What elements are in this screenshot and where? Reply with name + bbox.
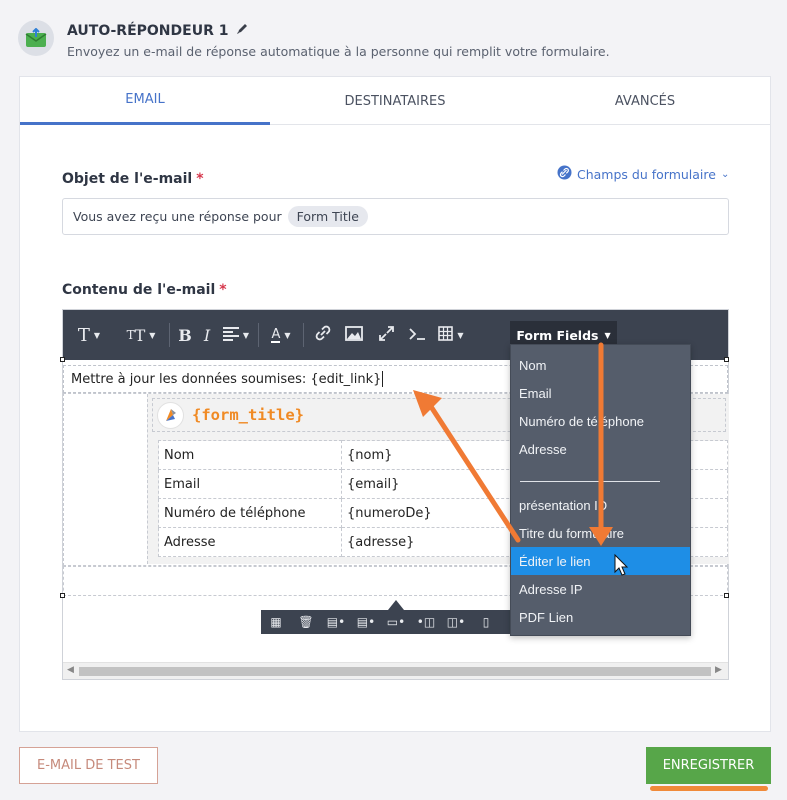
dropdown-item-presentation-id[interactable]: présentation ID: [511, 491, 690, 519]
align-button[interactable]: ▼: [218, 310, 254, 360]
required-mark: *: [219, 282, 227, 298]
field-name-cell[interactable]: Email: [158, 469, 342, 499]
form-title-placeholder: {form_title}: [192, 406, 304, 424]
subject-label: Objet de l'e-mail *: [62, 171, 204, 187]
page-subtitle: Envoyez un e-mail de réponse automatique…: [67, 44, 610, 59]
tab-avances[interactable]: AVANCÉS: [520, 77, 770, 125]
dropdown-item-email[interactable]: Email: [511, 379, 690, 407]
italic-button[interactable]: I: [196, 310, 218, 360]
pencil-edit-icon[interactable]: [236, 22, 249, 39]
form-logo-icon: [157, 401, 184, 429]
insert-link-button[interactable]: [308, 310, 338, 360]
text-color-button[interactable]: A ▼: [263, 310, 299, 360]
toolbar-divider: [303, 323, 304, 347]
terminal-icon: [408, 326, 426, 345]
form-fields-link[interactable]: Champs du formulaire ⌄: [557, 165, 729, 183]
link-icon: [557, 165, 572, 183]
field-name-cell[interactable]: Numéro de téléphone: [158, 498, 342, 528]
dropdown-item-form-title[interactable]: Titre du formulaire: [511, 519, 690, 547]
table-header-icon[interactable]: ▦: [261, 615, 291, 629]
text-cursor: [382, 371, 384, 387]
toolbar-divider: [169, 323, 170, 347]
tab-email[interactable]: EMAIL: [20, 77, 270, 125]
field-name-cell[interactable]: Adresse: [158, 527, 342, 557]
align-left-icon: [222, 326, 239, 345]
form-fields-dropdown: Nom Email Numéro de téléphone Adresse pr…: [510, 344, 691, 636]
scroll-left-icon[interactable]: ◀: [67, 665, 74, 675]
dropdown-item-edit-link[interactable]: Éditer le lien: [511, 547, 690, 575]
dropdown-item-nom[interactable]: Nom: [511, 351, 690, 379]
form-title-tag[interactable]: Form Title: [287, 206, 368, 227]
scroll-right-icon[interactable]: ▶: [715, 665, 722, 675]
add-row-below-icon[interactable]: ▤•: [351, 615, 381, 629]
chevron-down-icon: ⌄: [720, 168, 730, 180]
insert-image-button[interactable]: [338, 310, 370, 360]
resize-handle[interactable]: [60, 593, 65, 598]
tab-bar: EMAIL DESTINATAIRES AVANCÉS: [20, 77, 770, 125]
delete-row-icon[interactable]: ▭•: [381, 615, 411, 629]
code-view-button[interactable]: [402, 310, 432, 360]
bold-button[interactable]: B: [174, 310, 196, 360]
subject-input[interactable]: Vous avez reçu une réponse pour Form Tit…: [62, 198, 729, 235]
image-icon: [345, 325, 363, 345]
link-icon: [315, 325, 331, 345]
insert-table-button[interactable]: ▼: [432, 310, 470, 360]
content-label: Contenu de l'e-mail *: [62, 282, 227, 298]
expand-icon: [378, 325, 394, 345]
delete-column-icon[interactable]: ▯: [471, 615, 501, 629]
dropdown-item-pdf-link[interactable]: PDF Lien: [511, 603, 690, 631]
add-row-above-icon[interactable]: ▤•: [321, 615, 351, 629]
table-icon: [438, 325, 454, 345]
dropdown-divider: [520, 481, 660, 482]
scrollbar-thumb[interactable]: [79, 667, 711, 676]
required-mark: *: [196, 171, 204, 187]
dropdown-item-adresse[interactable]: Adresse: [511, 435, 690, 463]
resize-handle[interactable]: [724, 357, 729, 362]
fullscreen-button[interactable]: [370, 310, 402, 360]
dropdown-item-ip-address[interactable]: Adresse IP: [511, 575, 690, 603]
toolbar-divider: [258, 323, 259, 347]
add-column-right-icon[interactable]: ◫•: [441, 615, 471, 629]
tab-destinataires[interactable]: DESTINATAIRES: [270, 77, 520, 125]
caret-down-icon: ▼: [604, 331, 611, 340]
field-name-cell[interactable]: Nom: [158, 440, 342, 470]
autoresponder-title: AUTO-RÉPONDEUR 1: [67, 22, 249, 39]
table-edit-popup: ▦ 🗑 ▤• ▤• ▭• •◫ ◫• ▯: [261, 610, 519, 634]
resize-handle[interactable]: [724, 593, 729, 598]
font-size-button[interactable]: T T ▼: [117, 310, 165, 360]
test-email-button[interactable]: E-MAIL DE TEST: [19, 747, 158, 784]
save-button[interactable]: ENREGISTRER: [646, 747, 771, 784]
resize-handle[interactable]: [60, 357, 65, 362]
text-color-icon: A: [271, 326, 281, 343]
font-family-button[interactable]: T ▼: [71, 310, 107, 360]
delete-table-icon[interactable]: 🗑: [291, 615, 321, 629]
horizontal-scrollbar[interactable]: ◀ ▶: [63, 662, 728, 679]
add-column-left-icon[interactable]: •◫: [411, 615, 441, 629]
page-title: AUTO-RÉPONDEUR 1: [67, 22, 229, 39]
save-highlight-underline: [650, 786, 768, 791]
autoresponder-icon: [18, 20, 54, 56]
dropdown-item-telephone[interactable]: Numéro de téléphone: [511, 407, 690, 435]
popup-pointer: [388, 600, 404, 610]
